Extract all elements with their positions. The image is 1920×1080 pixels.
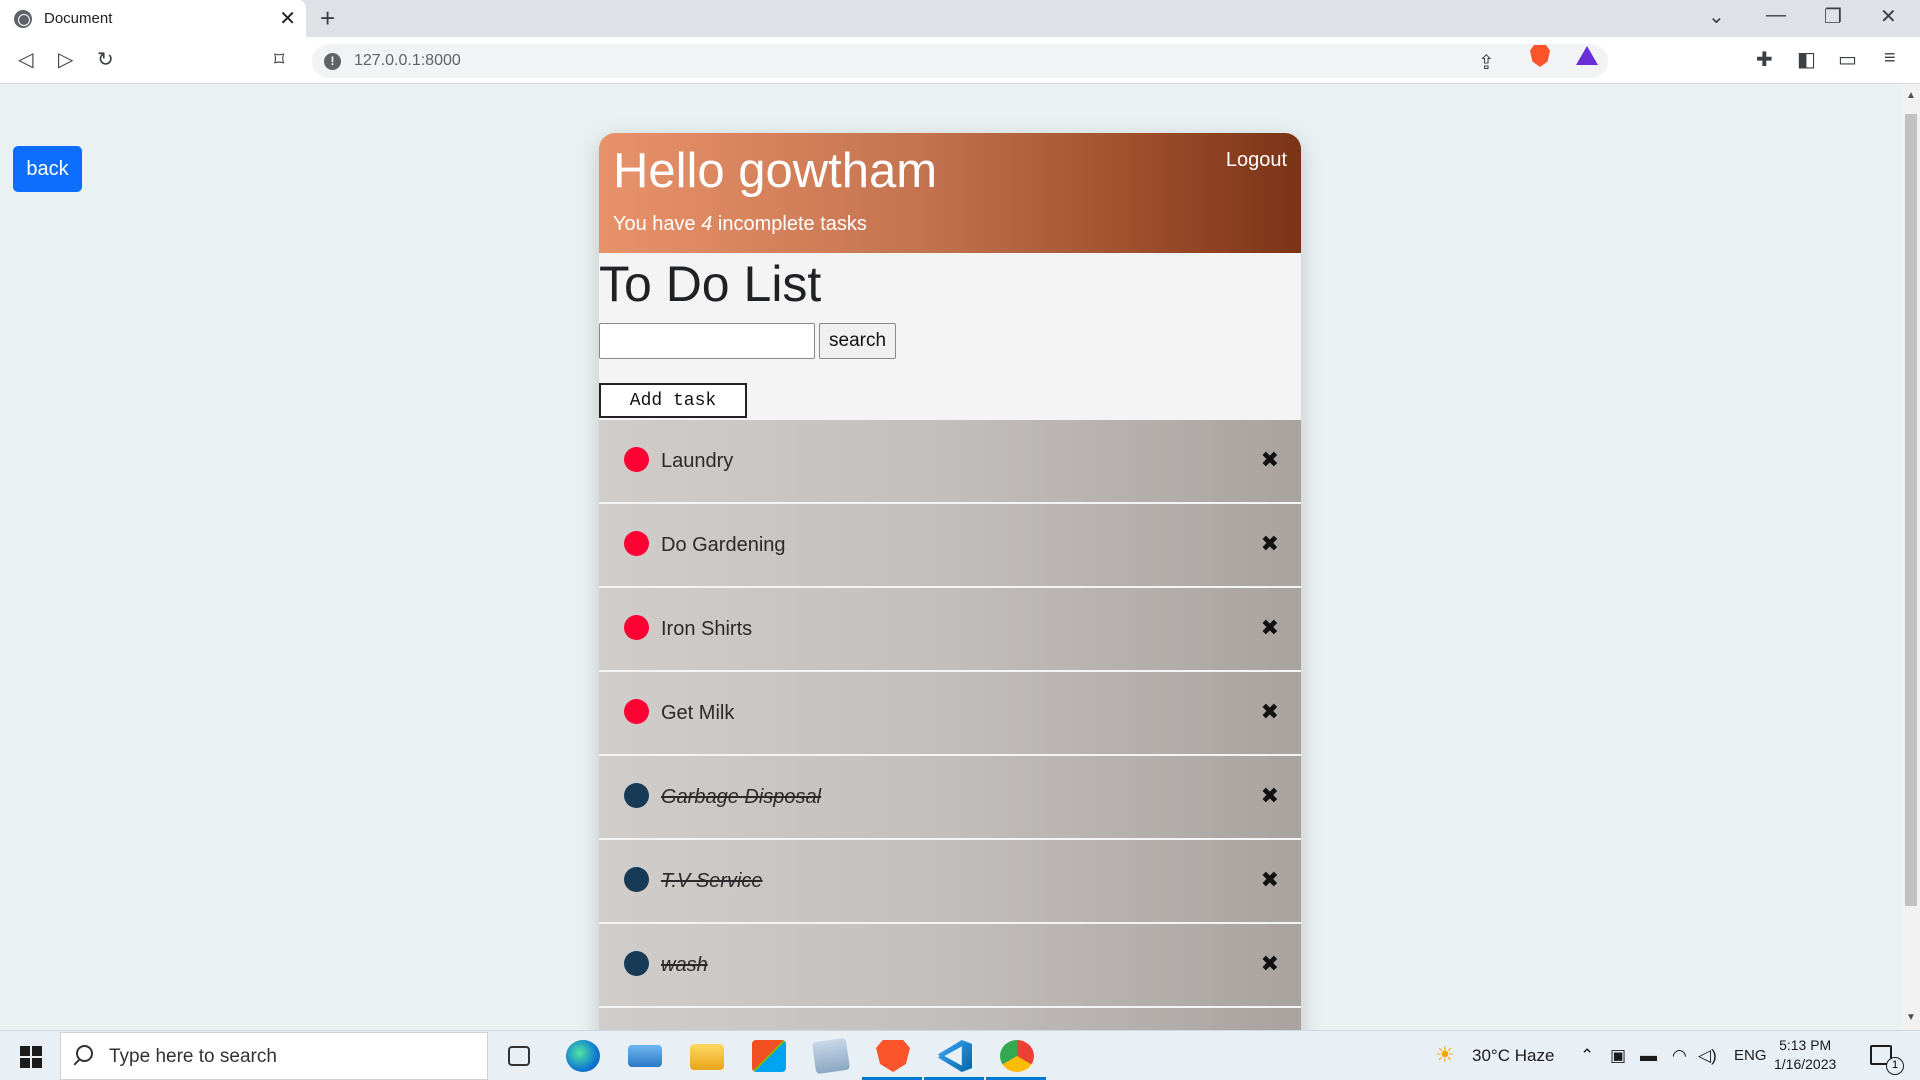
extensions-icon[interactable]: ✚	[1756, 47, 1773, 72]
tab-title: Document	[44, 10, 113, 27]
summary-suffix: incomplete tasks	[712, 212, 867, 235]
task-label[interactable]: T.V Service	[661, 870, 763, 893]
task-label[interactable]: Get Milk	[661, 702, 734, 725]
clock-time: 5:13 PM	[1779, 1037, 1832, 1053]
page-viewport: back Hello gowtham Logout You have 4 inc…	[0, 84, 1902, 1030]
show-hidden-icons[interactable]: ⌃	[1580, 1046, 1594, 1066]
task-label[interactable]: wash	[661, 954, 708, 977]
delete-task-icon[interactable]: ✖	[1261, 531, 1279, 557]
minimize-button[interactable]: —	[1766, 4, 1786, 27]
scroll-down-arrow[interactable]: ▼	[1906, 1012, 1916, 1023]
battery-icon[interactable]: ▬	[1640, 1046, 1657, 1066]
restore-button[interactable]: ❐	[1824, 4, 1842, 29]
delete-task-icon[interactable]: ✖	[1261, 867, 1279, 893]
task-label[interactable]: Iron Shirts	[661, 618, 752, 641]
search-input[interactable]	[599, 323, 815, 359]
taskbar-search-box[interactable]: Type here to search	[60, 1032, 488, 1080]
weather-icon[interactable]: ☀	[1435, 1042, 1455, 1068]
incomplete-summary: You have 4 incomplete tasks	[613, 213, 1287, 236]
delete-task-icon[interactable]: ✖	[1261, 615, 1279, 641]
task-label[interactable]: Do Gardening	[661, 534, 786, 557]
edge-icon[interactable]	[566, 1040, 600, 1072]
back-button[interactable]: back	[13, 146, 82, 192]
add-task-button[interactable]: Add task	[599, 383, 747, 418]
browser-tab-strip: Document ✕ + ⌄ — ❐ ✕	[0, 0, 1920, 37]
system-clock[interactable]: 5:13 PM 1/16/2023	[1774, 1036, 1836, 1074]
brave-app-icon[interactable]	[876, 1040, 910, 1072]
microsoft-store-icon[interactable]	[752, 1040, 786, 1072]
task-label[interactable]: Laundry	[661, 450, 733, 473]
address-bar[interactable]: ! 127.0.0.1:8000 ⇪	[312, 44, 1608, 78]
search-form: search	[599, 322, 1301, 360]
weather-text[interactable]: 30°C Haze	[1472, 1046, 1554, 1066]
file-explorer-icon[interactable]	[690, 1044, 724, 1070]
photos-icon[interactable]	[811, 1037, 851, 1075]
task-view-icon[interactable]	[508, 1046, 530, 1066]
volume-icon[interactable]: ◁)	[1698, 1046, 1717, 1066]
site-info-icon[interactable]: !	[324, 53, 341, 70]
scroll-up-arrow[interactable]: ▲	[1906, 90, 1916, 101]
task-item[interactable]: Iron Shirts ✖	[599, 588, 1301, 670]
windows-start-icon[interactable]	[20, 1046, 42, 1068]
task-item[interactable]: Get Milk ✖	[599, 672, 1301, 754]
incomplete-count: 4	[701, 212, 713, 235]
new-tab-button[interactable]: +	[320, 3, 335, 34]
bookmark-icon[interactable]: ⌑	[274, 47, 284, 72]
completed-status-dot[interactable]	[624, 866, 649, 892]
incomplete-status-dot[interactable]	[624, 446, 649, 472]
chrome-icon[interactable]	[1000, 1040, 1034, 1072]
delete-task-icon[interactable]: ✖	[1261, 783, 1279, 809]
menu-icon[interactable]: ≡	[1884, 47, 1896, 70]
browser-toolbar: ◁ ▷ ↻ ⌑ ! 127.0.0.1:8000 ⇪ ✚ ◧ ▭ ≡	[0, 37, 1920, 84]
reload-icon[interactable]: ↻	[97, 47, 114, 72]
completed-status-dot[interactable]	[624, 782, 649, 808]
language-indicator[interactable]: ENG	[1734, 1047, 1767, 1064]
task-item[interactable]: Do Gardening ✖	[599, 504, 1301, 586]
incomplete-status-dot[interactable]	[624, 614, 649, 640]
task-item[interactable]: Garbage Disposal ✖	[599, 756, 1301, 838]
todo-card: Hello gowtham Logout You have 4 incomple…	[599, 133, 1301, 1030]
delete-task-icon[interactable]: ✖	[1261, 951, 1279, 977]
task-list: Laundry ✖ Do Gardening ✖ Iron Shirts ✖ Get Mil…	[599, 420, 1301, 1030]
scroll-thumb[interactable]	[1905, 114, 1917, 906]
summary-prefix: You have	[613, 212, 702, 235]
task-label[interactable]: Garbage Disposal	[661, 786, 821, 809]
forward-arrow-icon[interactable]: ▷	[58, 47, 73, 72]
vscode-icon[interactable]	[938, 1040, 972, 1072]
delete-task-icon[interactable]: ✖	[1261, 447, 1279, 473]
incomplete-status-dot[interactable]	[624, 530, 649, 556]
task-item[interactable]: Laundry ✖	[599, 420, 1301, 502]
wifi-icon[interactable]: ◠	[1672, 1046, 1687, 1066]
globe-icon	[14, 9, 32, 28]
search-icon	[76, 1045, 93, 1062]
search-button[interactable]: search	[819, 323, 897, 359]
incomplete-status-dot[interactable]	[624, 698, 649, 724]
completed-status-dot[interactable]	[624, 950, 649, 976]
delete-task-icon[interactable]: ✖	[1261, 699, 1279, 725]
list-title: To Do List	[599, 256, 822, 312]
clock-date: 1/16/2023	[1774, 1056, 1837, 1072]
sidebar-icon[interactable]: ◧	[1797, 47, 1816, 72]
back-arrow-icon[interactable]: ◁	[18, 47, 33, 72]
wallet-icon[interactable]: ▭	[1838, 47, 1857, 72]
windows-taskbar: Type here to search ☀ 30°C Haze ⌃ ▣ ▬ ◠ …	[0, 1030, 1920, 1080]
browser-tab[interactable]: Document ✕	[0, 0, 306, 37]
page-scrollbar[interactable]: ▲ ▼	[1902, 84, 1920, 1030]
greeting-heading: Hello gowtham	[613, 144, 938, 198]
tab-search-icon[interactable]: ⌄	[1708, 4, 1725, 29]
tab-close-icon[interactable]: ✕	[279, 6, 296, 31]
taskbar-search-placeholder[interactable]: Type here to search	[109, 1046, 277, 1068]
task-item[interactable]: wash ✖	[599, 924, 1301, 1006]
task-item[interactable]: dishes✖	[599, 1008, 1301, 1030]
share-icon[interactable]: ⇪	[1478, 50, 1495, 75]
close-window-button[interactable]: ✕	[1880, 4, 1897, 29]
url-text[interactable]: 127.0.0.1:8000	[354, 52, 461, 70]
notification-badge: 1	[1886, 1057, 1904, 1075]
this-pc-icon[interactable]	[628, 1045, 662, 1067]
meet-icon[interactable]: ▣	[1610, 1046, 1626, 1066]
card-header: Hello gowtham Logout You have 4 incomple…	[599, 133, 1301, 253]
logout-link[interactable]: Logout	[1226, 149, 1287, 172]
brave-rewards-icon[interactable]	[1576, 46, 1598, 65]
task-item[interactable]: T.V Service ✖	[599, 840, 1301, 922]
